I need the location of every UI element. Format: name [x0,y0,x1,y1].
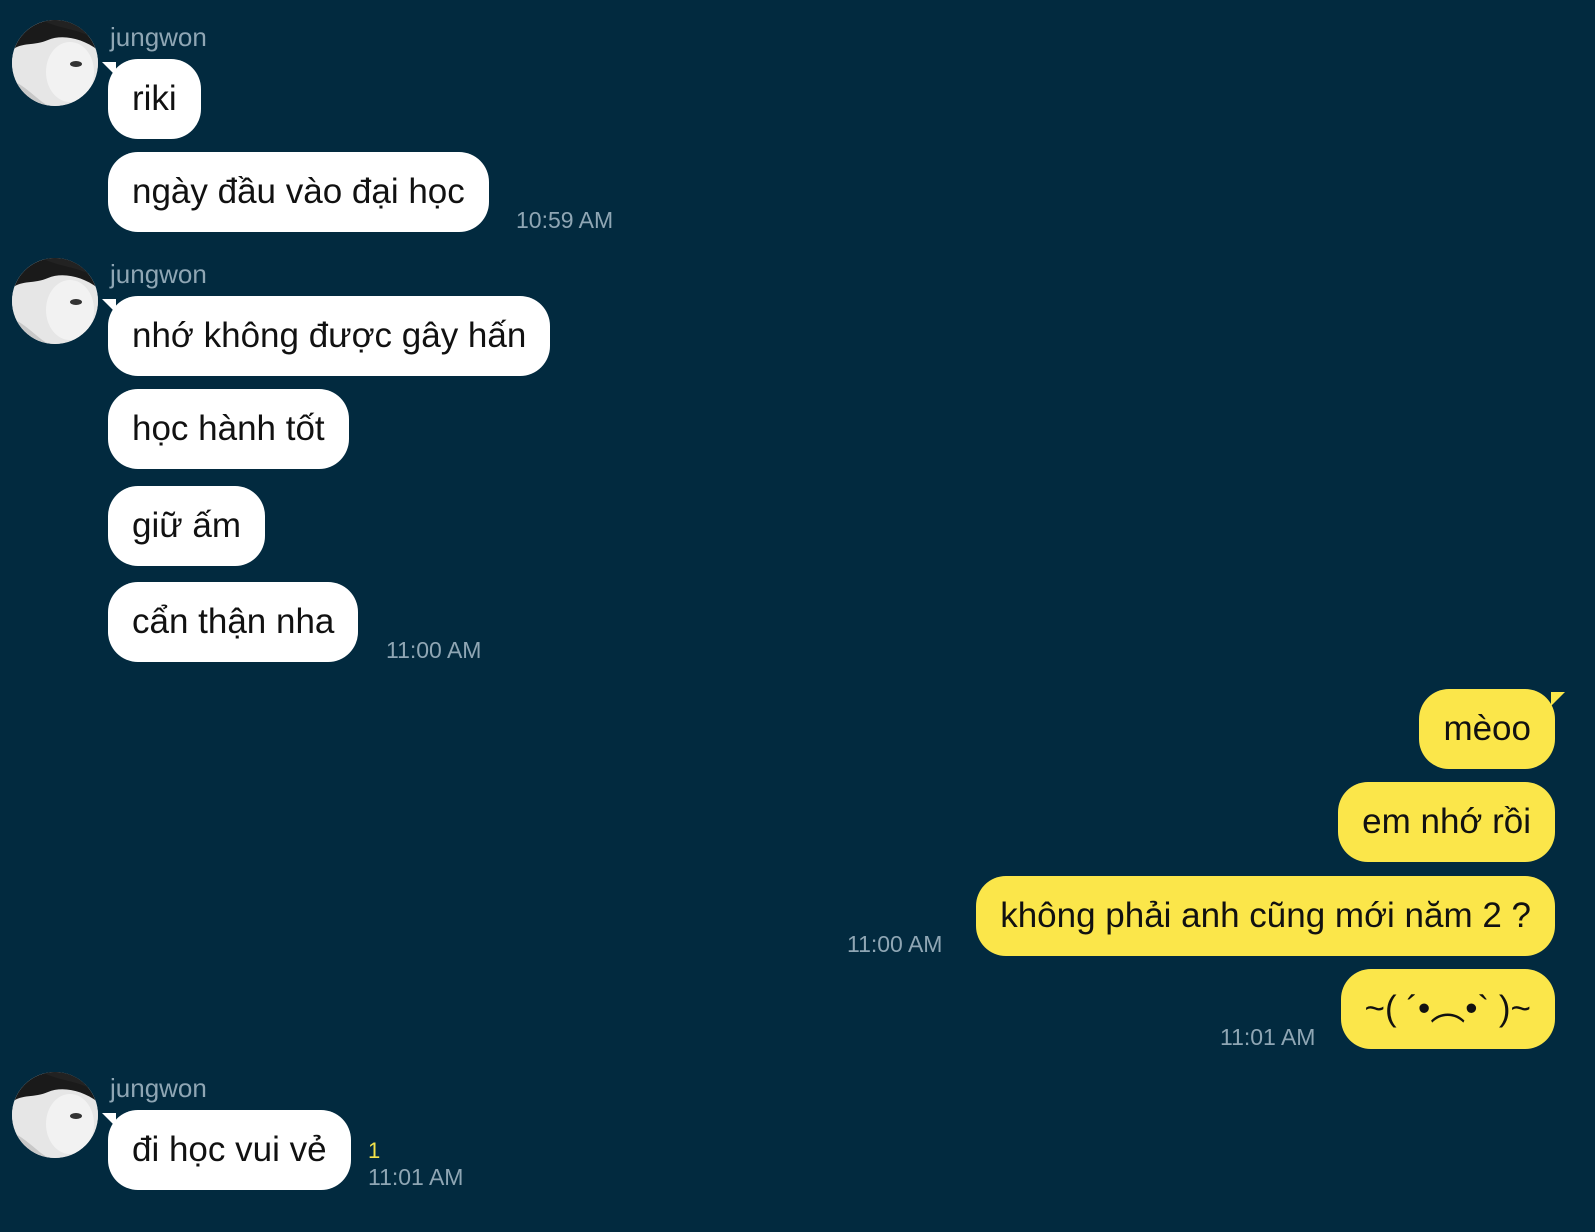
avatar[interactable] [12,1072,98,1158]
incoming-message-bubble[interactable]: giữ ấm [108,486,266,566]
sender-name: jungwon [110,259,207,289]
outgoing-message-bubble[interactable]: em nhớ rồi [1338,782,1555,862]
message-timestamp: 10:59 AM [516,207,614,233]
outgoing-message-bubble[interactable]: mèoo [1419,689,1555,769]
message-timestamp: 11:00 AM [847,931,943,957]
incoming-message-bubble[interactable]: cẩn thận nha [108,582,359,662]
avatar-photo-icon [12,1072,98,1158]
avatar[interactable] [12,20,98,106]
message-timestamp: 11:01 AM [1220,1024,1316,1050]
sender-name: jungwon [110,1073,207,1103]
avatar-photo-icon [12,258,98,344]
outgoing-message-bubble[interactable]: không phải anh cũng mới năm 2 ? [976,876,1555,956]
incoming-message-bubble[interactable]: ngày đầu vào đại học [108,152,489,232]
avatar-photo-icon [12,20,98,106]
incoming-message-bubble[interactable]: học hành tốt [108,389,349,469]
outgoing-message-bubble[interactable]: ~( ´•︵•` )~ [1340,969,1555,1049]
unread-count-badge: 1 [368,1138,381,1163]
avatar[interactable] [12,258,98,344]
bubble-tail [1551,692,1565,706]
sender-name: jungwon [110,22,207,52]
incoming-message-bubble[interactable]: nhớ không được gây hấn [108,296,551,376]
message-timestamp: 11:00 AM [386,637,482,663]
incoming-message-bubble[interactable]: riki [108,59,201,139]
incoming-message-bubble[interactable]: đi học vui vẻ [108,1110,351,1190]
message-timestamp: 11:01 AM [368,1164,464,1190]
